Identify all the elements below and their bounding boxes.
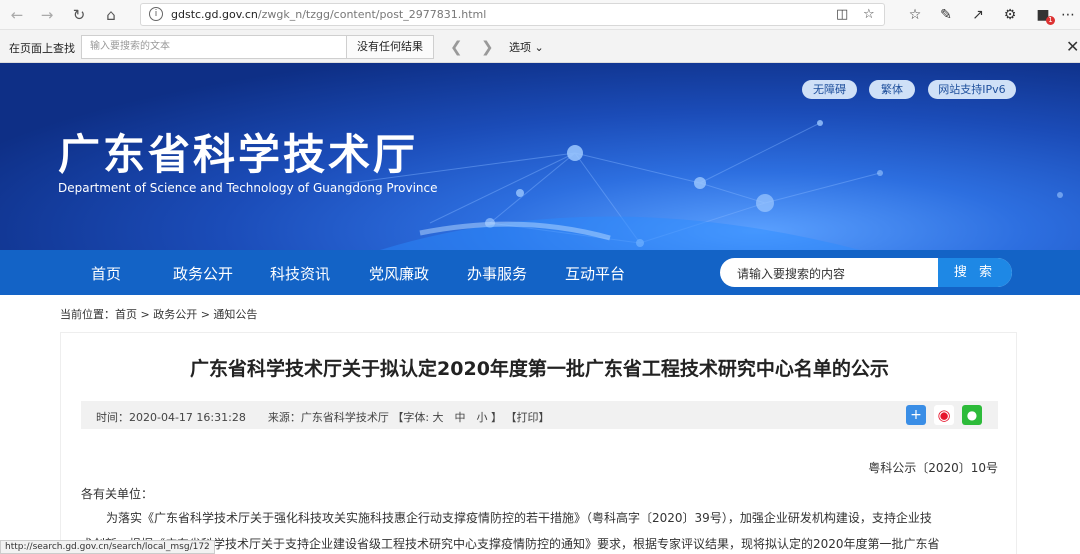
find-result: 没有任何结果 [347, 35, 434, 59]
find-label: 在页面上查找 [9, 42, 75, 55]
back-icon[interactable]: ← [8, 6, 26, 24]
close-icon[interactable]: ✕ [1066, 37, 1079, 56]
more-icon[interactable]: ⋯ [1058, 6, 1078, 24]
find-bar: 在页面上查找 输入要搜索的文本 没有任何结果 ❮ ❯ 选项 ⌄ ✕ [0, 30, 1080, 63]
forward-icon[interactable]: → [38, 6, 56, 24]
paragraph-line: 为落实《广东省科学技术厅关于强化科技攻关实施科技惠企行动支撑疫情防控的若干措施》… [106, 511, 932, 525]
ipv6-link[interactable]: 网站支持IPv6 [928, 80, 1016, 99]
nav-item-tech-news[interactable]: 科技资讯 [270, 263, 330, 284]
salutation: 各有关单位： [81, 487, 154, 501]
nav-item-interaction[interactable]: 互动平台 [565, 263, 625, 284]
breadcrumb[interactable]: 当前位置：首页 > 政务公开 > 通知公告 [60, 306, 257, 322]
article-meta[interactable]: 时间：2020-04-17 16:31:28 来源：广东省科学技术厅 【字体: … [96, 409, 550, 425]
chevron-down-icon: ⌄ [534, 41, 544, 54]
refresh-icon[interactable]: ↻ [70, 6, 88, 24]
find-next-icon[interactable]: ❯ [481, 38, 494, 56]
url-text[interactable]: gdstc.gd.gov.cn/zwgk_n/tzgg/content/post… [171, 8, 486, 21]
article: 广东省科学技术厅关于拟认定2020年度第一批广东省工程技术研究中心名单的公示 时… [60, 332, 1017, 554]
home-icon[interactable]: ⌂ [102, 6, 120, 24]
site-banner: 无障碍 繁体 网站支持IPv6 广东省科学技术厅 Department of S… [0, 63, 1080, 250]
status-url: http://search.gd.gov.cn/search/local_msg… [0, 540, 215, 554]
accessibility-link[interactable]: 无障碍 [802, 80, 857, 99]
document-number: 粤科公示〔2020〕10号 [868, 461, 998, 475]
paragraph-line: 术创新，根据《广东省科学技术厅关于支持企业建设省级工程技术研究中心支撑疫情防控的… [81, 537, 940, 551]
article-title: 广东省科学技术厅关于拟认定2020年度第一批广东省工程技术研究中心名单的公示 [190, 358, 889, 380]
nav-item-government-affairs[interactable]: 政务公开 [173, 263, 233, 284]
share-icon[interactable]: ↗ [968, 6, 988, 24]
find-prev-icon[interactable]: ❮ [450, 38, 463, 56]
find-input[interactable]: 输入要搜索的文本 [81, 35, 347, 59]
site-title[interactable]: 广东省科学技术厅 [58, 121, 418, 182]
weibo-icon[interactable]: ◉ [934, 405, 954, 425]
nav-item-party-integrity[interactable]: 党风廉政 [369, 263, 429, 284]
pen-icon[interactable]: ✎ [936, 6, 956, 24]
url-host: gdstc.gd.gov.cn [171, 8, 258, 21]
traditional-chinese-link[interactable]: 繁体 [869, 80, 915, 99]
address-bar[interactable]: i gdstc.gd.gov.cn/zwgk_n/tzgg/content/po… [140, 3, 885, 26]
url-path: /zwgk_n/tzgg/content/post_2977831.html [257, 8, 487, 21]
extensions-icon[interactable]: ⚙ [1000, 6, 1020, 24]
share-plus-icon[interactable]: + [906, 405, 926, 425]
site-search-input[interactable]: 请输入要搜索的内容 [737, 265, 845, 282]
info-icon[interactable]: i [149, 7, 163, 21]
wechat-icon[interactable]: ● [962, 405, 982, 425]
notification-badge: 1 [1046, 16, 1055, 25]
find-options-label: 选项 [509, 41, 531, 54]
site-search: 请输入要搜索的内容 搜 索 [720, 258, 1012, 287]
main-nav: 首页 政务公开 科技资讯 党风廉政 办事服务 互动平台 请输入要搜索的内容 搜 … [0, 250, 1080, 295]
reading-view-icon[interactable]: ◫ [836, 7, 848, 22]
find-options-button[interactable]: 选项 ⌄ [509, 39, 544, 55]
nav-item-services[interactable]: 办事服务 [467, 263, 527, 284]
browser-toolbar: ← → ↻ ⌂ i gdstc.gd.gov.cn/zwgk_n/tzgg/co… [0, 0, 1080, 30]
favorites-icon[interactable]: ☆ [905, 6, 925, 24]
site-subtitle: Department of Science and Technology of … [58, 181, 438, 195]
favorite-star-icon[interactable]: ☆ [863, 7, 875, 22]
article-meta-bar: 时间：2020-04-17 16:31:28 来源：广东省科学技术厅 【字体: … [81, 401, 998, 429]
nav-item-home[interactable]: 首页 [91, 263, 121, 284]
site-search-button[interactable]: 搜 索 [938, 258, 1012, 287]
profile-icon[interactable]: ■ 1 [1033, 6, 1055, 25]
